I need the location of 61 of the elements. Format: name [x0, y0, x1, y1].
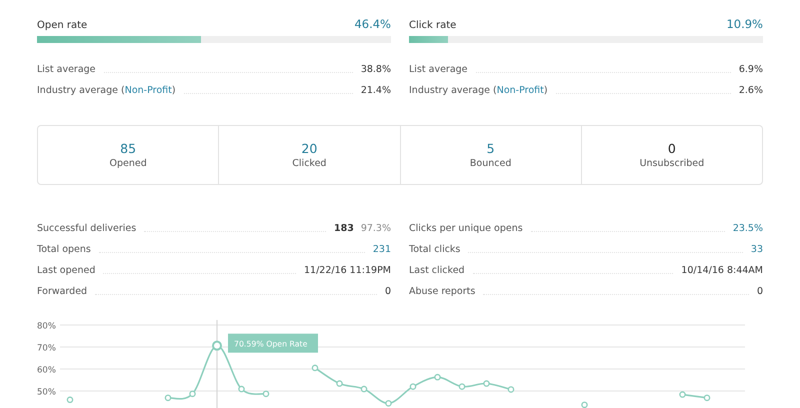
- data-point: [385, 400, 392, 407]
- row-label: List average: [409, 63, 468, 77]
- row-value: 6.9%: [738, 63, 763, 77]
- industry-link[interactable]: Non-Profit: [124, 85, 172, 96]
- data-point: [262, 390, 270, 398]
- row-value: 0: [384, 285, 391, 299]
- data-point: [336, 380, 343, 387]
- stat-label: Unsubscribed: [640, 158, 704, 169]
- data-point: [483, 380, 490, 387]
- row-label: Last clicked: [409, 264, 465, 278]
- data-point: [458, 383, 466, 390]
- row-value: 10/14/16 8:44AM: [681, 264, 763, 278]
- data-point: [66, 396, 74, 404]
- data-point: [581, 402, 588, 408]
- row-value: 0: [756, 285, 763, 299]
- stat-number[interactable]: 85: [120, 141, 136, 156]
- rate-value: 10.9%: [726, 17, 763, 31]
- data-point: [679, 391, 686, 398]
- row-value: 2.6%: [738, 84, 763, 98]
- row-label: Clicks per unique opens: [409, 222, 523, 236]
- row-value: 11/22/16 11:19PM: [304, 264, 391, 278]
- stat-label: Opened: [110, 158, 147, 169]
- stat-number: 0: [668, 141, 676, 156]
- industry-link[interactable]: Non-Profit: [496, 85, 544, 96]
- data-point: [164, 394, 172, 402]
- y-tick-label: 70%: [37, 344, 56, 354]
- y-tick-label: 60%: [37, 366, 56, 376]
- row-value[interactable]: 231: [372, 239, 391, 260]
- stat-number[interactable]: 20: [301, 141, 318, 156]
- data-point: [312, 364, 318, 372]
- data-point: [212, 340, 222, 351]
- data-point: [508, 386, 514, 393]
- row-label: Industry average (Non-Profit): [37, 84, 176, 98]
- rate-value: 46.4%: [354, 17, 391, 31]
- row-label: Total opens: [37, 243, 91, 257]
- row-label: Forwarded: [37, 285, 88, 299]
- row-label: Abuse reports: [409, 285, 476, 299]
- row-value: 21.4%: [360, 84, 391, 98]
- row-value[interactable]: 33: [750, 239, 763, 260]
- data-point: [704, 394, 710, 402]
- data-point: [238, 386, 245, 392]
- row-label: Last opened: [37, 264, 96, 278]
- y-tick-label: 50%: [37, 388, 56, 398]
- data-point: [434, 374, 441, 380]
- row-label: Industry average (Non-Profit): [409, 84, 548, 98]
- stat-label: Bounced: [470, 158, 512, 169]
- row-value[interactable]: 23.5%: [732, 218, 763, 239]
- row-label: List average: [37, 63, 96, 77]
- stat-label: Clicked: [292, 158, 326, 169]
- row-label: Successful deliveries: [37, 222, 136, 236]
- data-point: [189, 390, 196, 398]
- stat-number[interactable]: 5: [486, 141, 495, 156]
- row-value: 38.8%: [360, 63, 391, 77]
- data-point: [410, 383, 416, 390]
- rate-title: Click rate: [409, 20, 456, 31]
- data-point: [360, 386, 368, 392]
- rate-title: Open rate: [37, 20, 88, 31]
- row-percent: 97.3%: [360, 222, 391, 236]
- y-tick-label: 80%: [37, 322, 56, 332]
- row-label: Total clicks: [409, 243, 460, 257]
- row-value: 183: [334, 222, 354, 236]
